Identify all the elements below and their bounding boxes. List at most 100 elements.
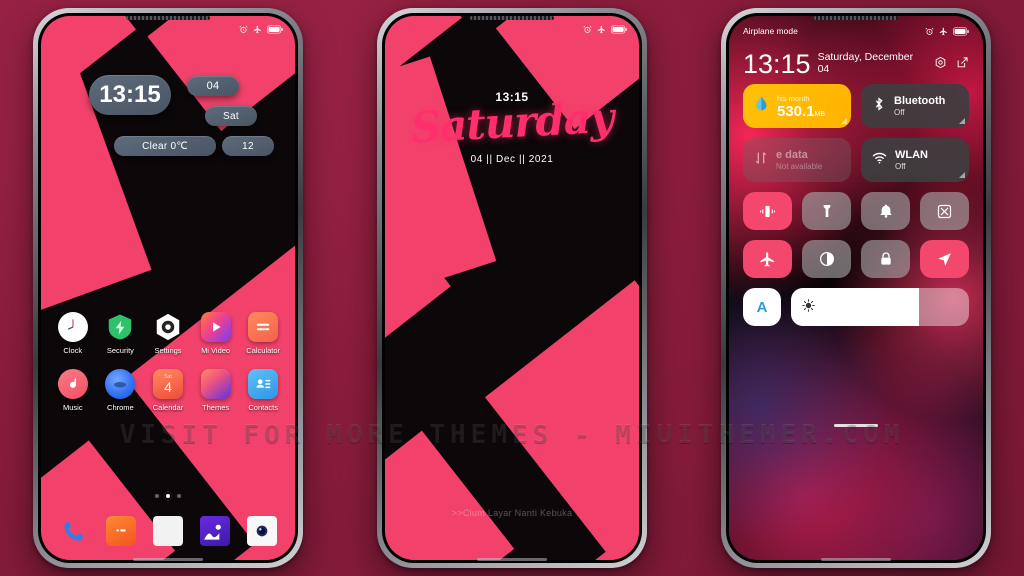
airplane-icon [597, 25, 606, 34]
app-security[interactable]: Security [97, 312, 145, 355]
app-chrome[interactable]: Chrome [97, 369, 145, 412]
airplane-icon [253, 25, 262, 34]
status-bar-label: Airplane mode [743, 26, 798, 36]
phone-device-controlcenter: Airplane mode 13:15 Saturday, December 0… [721, 8, 991, 568]
wlan-tile[interactable]: WLAN Off [861, 138, 969, 182]
app-calendar[interactable]: Sat 4 Calendar [144, 369, 192, 412]
clock-icon [57, 312, 88, 342]
app-label: Chrome [107, 403, 134, 412]
mi-video-icon [200, 312, 231, 342]
toggle-row-1 [743, 192, 969, 230]
app-label: Security [106, 346, 134, 355]
airplane-toggle[interactable] [743, 240, 792, 278]
wifi-icon [871, 149, 888, 171]
status-bar-icons [583, 25, 627, 34]
week-widget[interactable]: 12 [222, 136, 274, 156]
calendar-icon: Sat 4 [152, 369, 183, 399]
bottom-speaker-line [477, 558, 547, 561]
alarm-icon [583, 25, 592, 34]
alarm-icon [239, 25, 248, 34]
data-drop-icon [753, 95, 770, 117]
chrome-icon [105, 369, 136, 399]
lock-screen: 13:15 Saturday 04 || Dec || 2021 >>Cium … [385, 16, 639, 560]
app-label: Calculator [246, 346, 281, 355]
wallpaper-shard [385, 430, 515, 560]
mobile-data-subtitle: Not available [776, 161, 823, 171]
screenshot-toggle[interactable] [920, 192, 969, 230]
app-music[interactable]: Music [49, 369, 97, 412]
page-indicator[interactable] [41, 494, 295, 498]
phone-bezel: Airplane mode 13:15 Saturday, December 0… [726, 13, 986, 563]
message-bubble-icon[interactable] [106, 516, 137, 546]
app-mi-video[interactable]: Mi Video [192, 312, 240, 355]
unlock-hint: >>Cium Layar Nanti Kebuka [451, 508, 573, 518]
data-arrows-icon [753, 150, 769, 171]
expand-corner-icon [959, 172, 965, 178]
battery-icon [611, 25, 627, 34]
bottom-speaker-line [821, 558, 891, 561]
settings-gear-icon [153, 312, 183, 342]
camera-lens-icon[interactable] [246, 516, 277, 546]
music-icon [57, 369, 88, 399]
tile-row-2: e data Not available WLAN Off [743, 138, 969, 182]
wallpaper-shard [484, 280, 639, 560]
file-manager-icon[interactable] [152, 516, 183, 546]
app-label: Music [63, 403, 83, 412]
silent-bell-toggle[interactable] [861, 192, 910, 230]
tile-row-1: his month 530.1MB Bluetooth Off [743, 84, 969, 128]
bottom-speaker-line [133, 558, 203, 561]
app-settings[interactable]: Settings [144, 312, 192, 355]
brightness-slider[interactable] [791, 288, 969, 326]
gallery-photo-icon[interactable] [199, 516, 230, 546]
weekday-widget[interactable]: Sat [205, 106, 257, 126]
header-clock: 13:15 [743, 49, 811, 80]
app-grid: Clock Security Settings Mi Video Calcula… [41, 312, 295, 412]
earpiece-grille-icon [470, 16, 554, 20]
date-widget[interactable]: 04 [187, 76, 239, 96]
drag-handle[interactable] [834, 424, 878, 427]
header-date: Saturday, December 04 [817, 51, 914, 75]
battery-icon [953, 27, 969, 36]
lock-date: 04 || Dec || 2021 [470, 154, 554, 165]
edit-pencil-icon[interactable] [956, 56, 969, 74]
data-usage-number: 530.1 [777, 102, 815, 120]
alarm-icon [925, 27, 934, 36]
page-dot-active [166, 494, 170, 498]
page-dot [177, 494, 181, 498]
bluetooth-title: Bluetooth [894, 94, 946, 107]
app-calculator[interactable]: Calculator [239, 312, 287, 355]
clock-widget[interactable]: 13:15 [89, 75, 171, 115]
phone-device-home: 13:15 04 Sat 12 Clear 0℃ Clock Security … [33, 8, 303, 568]
data-usage-tile[interactable]: his month 530.1MB [743, 84, 851, 128]
brightness-row: A [743, 288, 969, 326]
dark-mode-toggle[interactable] [802, 240, 851, 278]
bluetooth-tile[interactable]: Bluetooth Off [861, 84, 969, 128]
control-center-screen: Airplane mode 13:15 Saturday, December 0… [729, 16, 983, 560]
status-bar-icons [239, 25, 283, 34]
app-clock[interactable]: Clock [49, 312, 97, 355]
location-toggle[interactable] [920, 240, 969, 278]
battery-icon [267, 25, 283, 34]
app-label: Mi Video [201, 346, 231, 355]
settings-gear-icon[interactable] [934, 56, 947, 74]
calculator-icon [248, 312, 279, 342]
vibrate-toggle[interactable] [743, 192, 792, 230]
status-bar: Airplane mode [729, 16, 983, 46]
app-contacts[interactable]: Contacts [239, 369, 287, 412]
data-usage-label: his month [777, 93, 810, 103]
weather-widget[interactable]: Clear 0℃ [114, 136, 216, 156]
auto-brightness-toggle[interactable]: A [743, 288, 781, 326]
phone-bezel: 13:15 04 Sat 12 Clear 0℃ Clock Security … [38, 13, 298, 563]
app-label: Themes [202, 403, 230, 412]
phone-handset-icon[interactable] [59, 516, 89, 546]
phone-bezel: 13:15 Saturday 04 || Dec || 2021 >>Cium … [382, 13, 642, 563]
status-bar-icons [925, 27, 969, 36]
earpiece-grille-icon [814, 16, 898, 20]
lock-toggle[interactable] [861, 240, 910, 278]
flashlight-toggle[interactable] [802, 192, 851, 230]
page-dot [155, 494, 159, 498]
app-themes[interactable]: Themes [192, 369, 240, 412]
mobile-data-tile[interactable]: e data Not available [743, 138, 851, 182]
mobile-data-title: e data [776, 148, 808, 161]
app-label: Clock [63, 346, 83, 355]
